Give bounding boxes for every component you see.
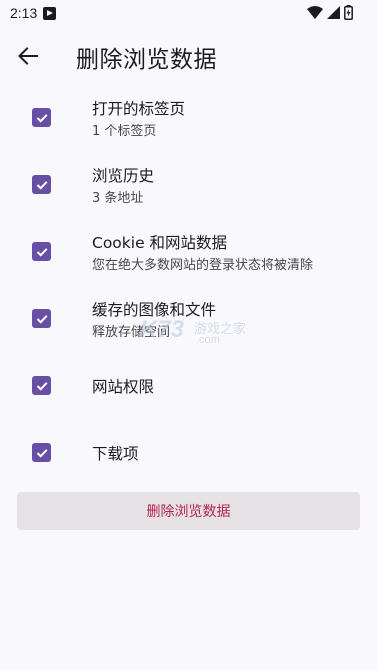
option-subtitle: 1 个标签页	[92, 124, 157, 139]
watermark-domain: .com	[196, 334, 220, 346]
watermark: K73 游戏之家 .com	[140, 316, 255, 352]
signal-icon	[327, 6, 340, 19]
option-cookies-site-data[interactable]: Cookie 和网站数据 您在绝大多数网站的登录状态将被清除	[0, 222, 377, 282]
option-title: 浏览历史	[92, 167, 155, 185]
option-title: 打开的标签页	[92, 100, 186, 118]
checkbox-site-permissions[interactable]	[32, 376, 51, 395]
option-subtitle: 您在绝大多数网站的登录状态将被清除	[92, 258, 314, 273]
checkmark-icon	[36, 448, 48, 458]
checkmark-icon	[36, 381, 48, 391]
back-button[interactable]	[14, 42, 42, 70]
option-site-permissions[interactable]: 网站权限	[0, 356, 377, 416]
delete-browsing-data-button[interactable]: 删除浏览数据	[17, 492, 360, 530]
arrow-left-icon	[18, 47, 38, 65]
option-open-tabs[interactable]: 打开的标签页 1 个标签页	[0, 88, 377, 148]
option-title: Cookie 和网站数据	[92, 234, 228, 252]
checkmark-icon	[36, 247, 48, 257]
status-bar: 2:13	[0, 0, 377, 26]
checkbox-cookies-site-data[interactable]	[32, 242, 51, 261]
checkmark-icon	[36, 314, 48, 324]
option-browsing-history[interactable]: 浏览历史 3 条地址	[0, 155, 377, 215]
option-subtitle: 3 条地址	[92, 191, 144, 206]
option-downloads[interactable]: 下载项	[0, 423, 377, 483]
checkbox-downloads[interactable]	[32, 443, 51, 462]
delete-button-label: 删除浏览数据	[146, 504, 231, 520]
wifi-icon	[307, 6, 323, 19]
page-title: 删除浏览数据	[76, 47, 217, 73]
checkmark-icon	[36, 113, 48, 123]
status-icons	[307, 5, 353, 20]
option-title: 网站权限	[92, 378, 155, 396]
watermark-brand: K73	[140, 316, 185, 343]
checkmark-icon	[36, 180, 48, 190]
checkbox-browsing-history[interactable]	[32, 175, 51, 194]
status-time: 2:13	[10, 5, 38, 21]
app-notification-icon	[43, 6, 57, 20]
app-bar: 删除浏览数据	[0, 38, 377, 74]
option-title: 下载项	[92, 445, 139, 463]
battery-charging-icon	[344, 5, 353, 20]
checkbox-cached-images-files[interactable]	[32, 309, 51, 328]
checkbox-open-tabs[interactable]	[32, 108, 51, 127]
